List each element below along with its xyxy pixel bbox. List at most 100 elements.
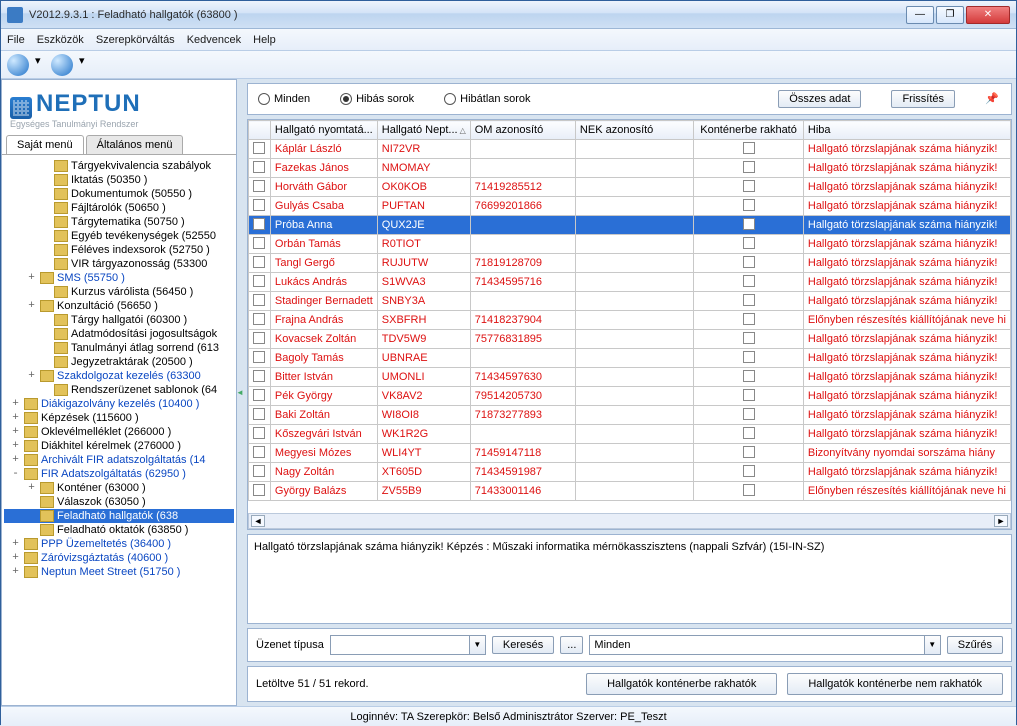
tree-item[interactable]: Fájltárolók (50650 ) [4,201,234,215]
scroll-right-icon[interactable]: ► [994,515,1008,527]
dropdown-icon[interactable]: ▼ [925,635,941,655]
refresh-button[interactable]: Frissítés [891,90,955,108]
col-nek[interactable]: NEK azonosító [575,121,693,140]
table-row[interactable]: Horváth GáborOK0KOB71419285512Hallgató t… [249,178,1011,197]
tree-item[interactable]: +Konténer (63000 ) [4,481,234,495]
tree-item[interactable]: -FIR Adatszolgáltatás (62950 ) [4,467,234,481]
tree-item[interactable]: +Archivált FIR adatszolgáltatás (14 [4,453,234,467]
tree-item[interactable]: +Konzultáció (56650 ) [4,299,234,313]
menu-role[interactable]: Szerepkörváltás [96,34,175,46]
row-checkbox[interactable] [253,237,265,249]
tree-item[interactable]: Tárgy hallgatói (60300 ) [4,313,234,327]
dropdown-icon[interactable]: ▼ [470,635,486,655]
tree-twisty[interactable]: + [10,440,21,452]
filter-button[interactable]: Szűrés [947,636,1003,654]
menu-fav[interactable]: Kedvencek [187,34,241,46]
maximize-button[interactable]: ❐ [936,6,964,24]
row-checkbox[interactable] [253,465,265,477]
menu-tools[interactable]: Eszközök [37,34,84,46]
close-button[interactable]: ✕ [966,6,1010,24]
search-button[interactable]: Keresés [492,636,554,654]
tree-twisty[interactable]: + [10,412,21,424]
container-checkbox[interactable] [743,389,755,401]
container-checkbox[interactable] [743,408,755,420]
col-code[interactable]: Hallgató Nept...△ [377,121,470,140]
col-name[interactable]: Hallgató nyomtatá... [270,121,377,140]
row-checkbox[interactable] [253,180,265,192]
table-row[interactable]: György BalázsZV55B971433001146Előnyben r… [249,482,1011,501]
tab-own-menu[interactable]: Saját menü [6,135,84,154]
tree-item[interactable]: Jegyzetraktárak (20500 ) [4,355,234,369]
tree-item[interactable]: +Szakdolgozat kezelés (63300 [4,369,234,383]
tree-item[interactable]: Tanulmányi átlag sorrend (613 [4,341,234,355]
tree-twisty[interactable]: + [10,398,21,410]
table-row[interactable]: Bitter IstvánUMONLI71434597630Hallgató t… [249,368,1011,387]
row-checkbox[interactable] [253,351,265,363]
radio-good[interactable]: Hibátlan sorok [444,93,530,105]
message-type-input[interactable] [330,635,470,655]
tree-item[interactable]: Tárgytematika (50750 ) [4,215,234,229]
tree-item[interactable]: +Diákhitel kérelmek (276000 ) [4,439,234,453]
nav-fwd-dropdown[interactable]: ▾ [79,54,89,76]
tree-item[interactable]: +Záróvizsgáztatás (40600 ) [4,551,234,565]
more-button[interactable]: ... [560,636,583,654]
container-checkbox[interactable] [743,427,755,439]
container-no-button[interactable]: Hallgatók konténerbe nem rakhatók [787,673,1003,695]
container-checkbox[interactable] [743,484,755,496]
container-checkbox[interactable] [743,446,755,458]
tree-twisty[interactable]: + [10,538,21,550]
table-row[interactable]: Kovacsek ZoltánTDV5W975776831895Hallgató… [249,330,1011,349]
table-row[interactable]: Próba AnnaQUX2JEHallgató törzslapjának s… [249,216,1011,235]
tree-item[interactable]: +Oklevélmelléklet (266000 ) [4,425,234,439]
row-checkbox[interactable] [253,161,265,173]
table-row[interactable]: Lukács AndrásS1WVA371434595716Hallgató t… [249,273,1011,292]
row-checkbox[interactable] [253,218,265,230]
pin-icon[interactable]: 📌 [985,92,1001,106]
table-row[interactable]: Nagy ZoltánXT605D71434591987Hallgató tör… [249,463,1011,482]
tree-twisty[interactable]: + [26,272,37,284]
tree-item[interactable]: Feladható oktatók (63850 ) [4,523,234,537]
row-checkbox[interactable] [253,427,265,439]
container-checkbox[interactable] [743,142,755,154]
tree-item[interactable]: Feladható hallgatók (638 [4,509,234,523]
all-data-button[interactable]: Összes adat [778,90,861,108]
tree-item[interactable]: Dokumentumok (50550 ) [4,187,234,201]
tree-item[interactable]: Iktatás (50350 ) [4,173,234,187]
container-checkbox[interactable] [743,294,755,306]
table-row[interactable]: Tangl GergőRUJUTW71819128709Hallgató tör… [249,254,1011,273]
col-container[interactable]: Konténerbe rakható [694,121,804,140]
container-checkbox[interactable] [743,313,755,325]
container-checkbox[interactable] [743,465,755,477]
tree-item[interactable]: Egyéb tevékenységek (52550 [4,229,234,243]
container-checkbox[interactable] [743,180,755,192]
tree-twisty[interactable]: + [10,426,21,438]
table-row[interactable]: Orbán TamásR0TIOTHallgató törzslapjának … [249,235,1011,254]
container-checkbox[interactable] [743,370,755,382]
col-error[interactable]: Hiba [803,121,1010,140]
tree-item[interactable]: Válaszok (63050 ) [4,495,234,509]
container-checkbox[interactable] [743,256,755,268]
table-row[interactable]: Pék GyörgyVK8AV279514205730Hallgató törz… [249,387,1011,406]
col-om[interactable]: OM azonosító [470,121,575,140]
container-checkbox[interactable] [743,199,755,211]
tree-item[interactable]: Adatmódosítási jogosultságok [4,327,234,341]
table-row[interactable]: Frajna AndrásSXBFRH71418237904Előnyben r… [249,311,1011,330]
row-checkbox[interactable] [253,389,265,401]
nav-forward-icon[interactable] [51,54,73,76]
tree-twisty[interactable]: + [26,482,37,494]
tree-twisty[interactable]: + [10,552,21,564]
tree-item[interactable]: Rendszerüzenet sablonok (64 [4,383,234,397]
table-row[interactable]: Megyesi MózesWLI4YT71459147118Bizonyítvá… [249,444,1011,463]
tree-twisty[interactable]: + [10,566,21,578]
container-checkbox[interactable] [743,275,755,287]
tree-twisty[interactable]: - [10,468,21,480]
row-checkbox[interactable] [253,256,265,268]
tree-twisty[interactable]: + [26,370,37,382]
col-select[interactable] [249,121,271,140]
tab-general-menu[interactable]: Általános menü [86,135,184,154]
scroll-left-icon[interactable]: ◄ [251,515,265,527]
radio-bad[interactable]: Hibás sorok [340,93,414,105]
row-checkbox[interactable] [253,142,265,154]
container-checkbox[interactable] [743,237,755,249]
tree-twisty[interactable]: + [26,300,37,312]
